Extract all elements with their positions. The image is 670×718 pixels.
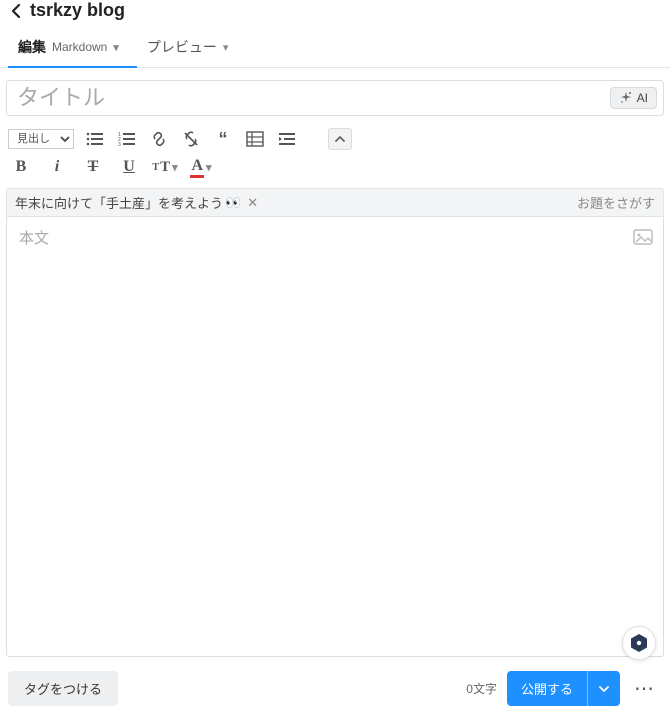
title-row: AI: [6, 80, 664, 116]
add-tag-button[interactable]: タグをつける: [8, 671, 118, 706]
body-editor[interactable]: 本文: [6, 217, 664, 657]
prompt-bar: 年末に向けて「手土産」を考えよう 👀 ✕ お題をさがす: [6, 188, 664, 217]
underline-icon[interactable]: U: [118, 156, 140, 178]
char-count: 0文字: [466, 680, 497, 697]
collapse-toggle[interactable]: [328, 128, 352, 150]
publish-button[interactable]: 公開する: [507, 671, 587, 706]
footer: タグをつける 0文字 公開する ⋯: [0, 663, 670, 718]
toolbar-row-1: 見出し 123 “: [0, 124, 670, 154]
table-icon[interactable]: [244, 128, 266, 150]
sparkle-icon: [619, 91, 633, 105]
assistant-fab[interactable]: [622, 626, 656, 660]
bold-icon[interactable]: B: [10, 156, 32, 178]
body-placeholder: 本文: [19, 230, 49, 247]
chevron-down-icon: ▾: [113, 41, 119, 54]
unlink-icon[interactable]: [180, 128, 202, 150]
blog-title: tsrkzy blog: [30, 0, 125, 21]
link-icon[interactable]: [148, 128, 170, 150]
strikethrough-icon[interactable]: T: [82, 156, 104, 178]
quote-icon[interactable]: “: [212, 128, 234, 150]
indent-icon[interactable]: [276, 128, 298, 150]
tab-preview[interactable]: プレビュー ▾: [137, 27, 247, 67]
ai-label: AI: [637, 91, 648, 105]
chevron-down-icon: ▾: [223, 41, 229, 54]
font-color-icon[interactable]: A▾: [190, 156, 212, 178]
prompt-text: 年末に向けて「手土産」を考えよう: [15, 193, 223, 212]
prompt-close-icon[interactable]: ✕: [247, 195, 258, 211]
ordered-list-icon[interactable]: 123: [116, 128, 138, 150]
svg-text:3: 3: [118, 142, 121, 147]
tabs: 編集 Markdown ▾ プレビュー ▾: [0, 27, 670, 68]
tab-preview-label: プレビュー: [147, 37, 217, 57]
toolbar-row-2: B i T U TT▾ A▾: [0, 154, 670, 184]
title-input[interactable]: [17, 85, 610, 111]
back-icon[interactable]: [10, 3, 22, 19]
italic-icon[interactable]: i: [46, 156, 68, 178]
more-menu-icon[interactable]: ⋯: [630, 676, 660, 701]
tab-edit[interactable]: 編集 Markdown ▾: [8, 27, 137, 67]
tab-edit-label: 編集: [18, 37, 46, 57]
publish-group: 公開する: [507, 671, 620, 706]
heading-select[interactable]: 見出し: [8, 129, 74, 149]
font-size-icon[interactable]: TT▾: [154, 156, 176, 178]
ai-button[interactable]: AI: [610, 87, 657, 109]
publish-options-button[interactable]: [587, 671, 620, 706]
eyes-icon: 👀: [225, 195, 241, 211]
tab-edit-sublabel: Markdown: [52, 40, 107, 54]
prompt-search-link[interactable]: お題をさがす: [577, 193, 655, 212]
unordered-list-icon[interactable]: [84, 128, 106, 150]
insert-image-icon[interactable]: [633, 227, 653, 245]
